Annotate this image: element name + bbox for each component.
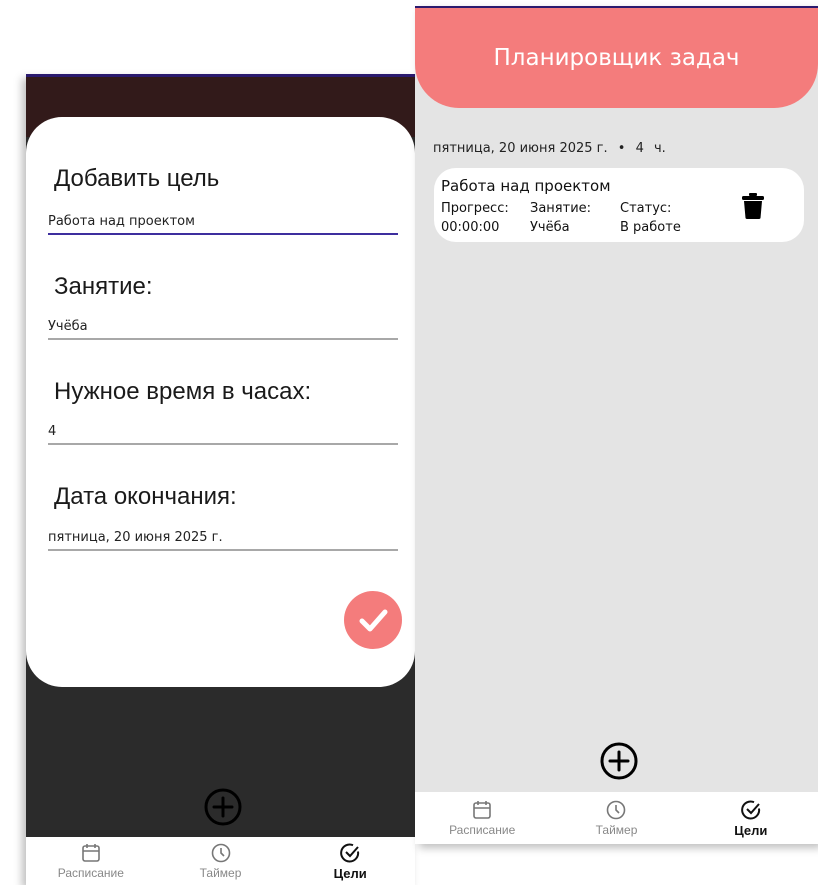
end-date-input[interactable]: пятница, 20 июня 2025 г. — [48, 525, 398, 551]
left-phone-screen: Добавить цель Работа над проектом Заняти… — [26, 74, 415, 885]
trash-icon — [742, 193, 764, 219]
status-label: Статус: — [620, 201, 672, 216]
nav-schedule[interactable]: Расписание — [415, 792, 549, 844]
goal-card[interactable]: Работа над проектом Прогресс: 00:00:00 З… — [434, 168, 804, 242]
nav-timer-label: Таймер — [595, 823, 638, 837]
hours-input[interactable]: 4 — [48, 419, 398, 445]
goal-name-label: Добавить цель — [54, 165, 220, 192]
bottom-navigation: Расписание Таймер Цели — [415, 792, 818, 844]
group-bullet: • — [617, 141, 626, 156]
group-hours-unit: ч. — [654, 141, 666, 156]
add-goal-dialog: Добавить цель Работа над проектом Заняти… — [26, 117, 415, 687]
goal-title: Работа над проектом — [441, 177, 611, 195]
date-group-header: пятница, 20 июня 2025 г. • 4 ч. — [433, 141, 672, 156]
confirm-button[interactable] — [344, 591, 402, 649]
progress-value: 00:00:00 — [441, 220, 500, 235]
clock-icon — [211, 843, 230, 863]
nav-timer[interactable]: Таймер — [156, 837, 286, 885]
progress-label: Прогресс: — [441, 201, 509, 216]
goal-name-input[interactable]: Работа над проектом — [48, 209, 398, 235]
bottom-navigation: Расписание Таймер Цели — [26, 837, 415, 885]
app-title: Планировщик задач — [493, 45, 740, 71]
right-phone-screen: Планировщик задач пятница, 20 июня 2025 … — [415, 6, 818, 844]
group-hours: 4 — [635, 141, 644, 156]
add-goal-button[interactable] — [599, 741, 639, 781]
plus-circle-icon — [600, 742, 638, 780]
nav-schedule-label: Расписание — [449, 823, 516, 837]
nav-schedule-label: Расписание — [57, 866, 124, 880]
status-value: В работе — [620, 220, 681, 235]
goal-progress: Прогресс: 00:00:00 — [441, 199, 509, 237]
hours-label: Нужное время в часах: — [54, 378, 312, 405]
app-header: Планировщик задач — [415, 8, 818, 108]
nav-schedule[interactable]: Расписание — [26, 837, 156, 885]
nav-goals[interactable]: Цели — [684, 792, 818, 844]
calendar-icon — [473, 801, 491, 819]
activity-label: Занятие: — [530, 201, 592, 216]
end-date-label: Дата окончания: — [54, 483, 237, 510]
nav-timer[interactable]: Таймер — [549, 792, 683, 844]
activity-input[interactable]: Учёба — [48, 314, 398, 340]
delete-goal-button[interactable] — [740, 192, 766, 220]
nav-goals[interactable]: Цели — [285, 837, 415, 885]
check-circle-icon — [740, 800, 760, 819]
calendar-icon — [82, 844, 100, 862]
check-circle-icon — [340, 843, 360, 862]
check-icon — [359, 609, 388, 632]
add-goal-button[interactable] — [203, 787, 243, 827]
group-date: пятница, 20 июня 2025 г. — [433, 141, 608, 156]
activity-value: Учёба — [530, 220, 570, 235]
plus-circle-icon — [204, 788, 242, 826]
nav-goals-label: Цели — [734, 822, 768, 838]
nav-goals-label: Цели — [333, 865, 367, 881]
clock-icon — [607, 800, 626, 820]
activity-label: Занятие: — [54, 273, 153, 300]
nav-timer-label: Таймер — [199, 866, 242, 880]
goal-status: Статус: В работе — [620, 199, 681, 237]
goal-activity: Занятие: Учёба — [530, 199, 591, 237]
